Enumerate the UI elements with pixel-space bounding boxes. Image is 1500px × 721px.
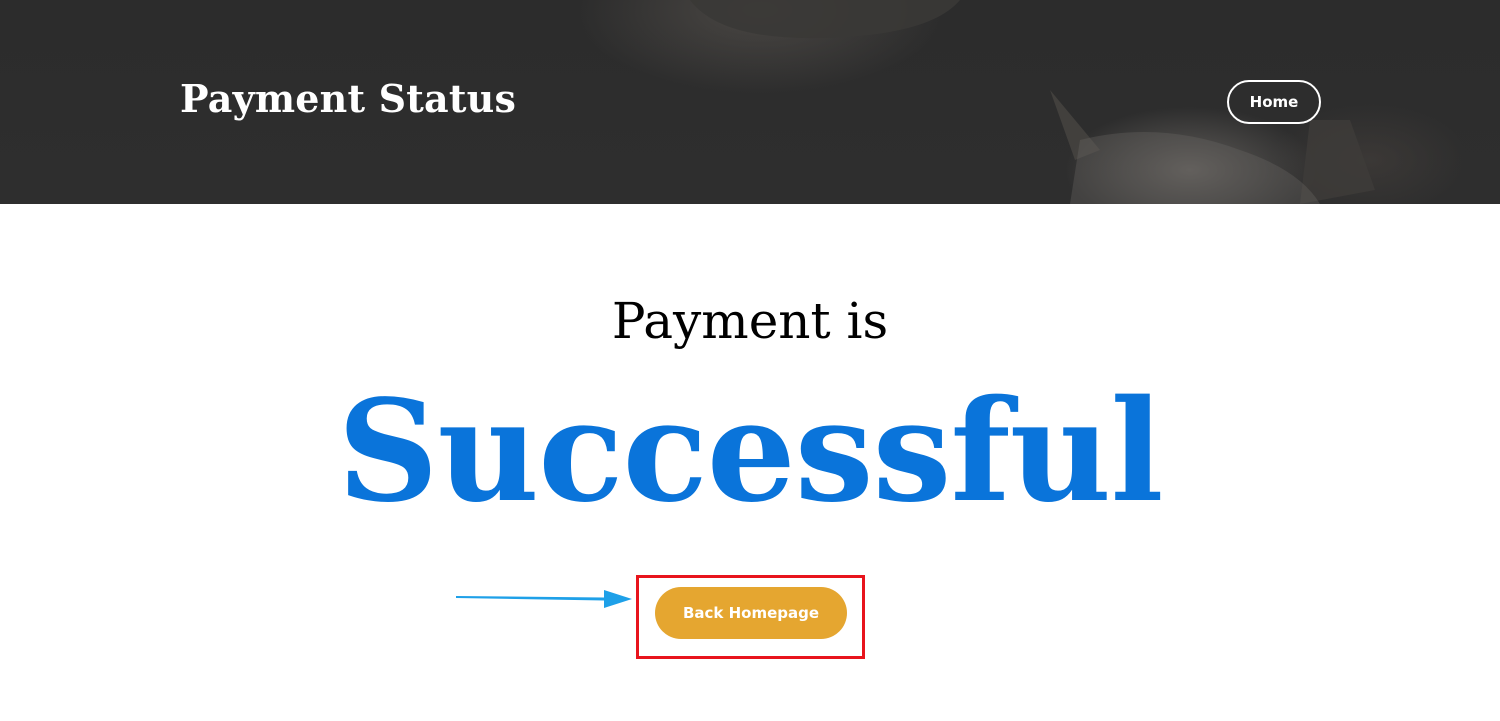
back-homepage-button[interactable]: Back Homepage <box>655 587 847 639</box>
arrow-right-icon <box>456 590 632 608</box>
site-title: Payment Status <box>180 76 517 121</box>
status-prefix-text: Payment is <box>611 292 889 350</box>
hero-header: Payment Status Home <box>0 0 1500 204</box>
status-word-text: Successful <box>337 370 1163 534</box>
payment-status-page: Payment Status Home Payment is Successfu… <box>0 0 1500 721</box>
nav-home-button[interactable]: Home <box>1227 80 1321 124</box>
